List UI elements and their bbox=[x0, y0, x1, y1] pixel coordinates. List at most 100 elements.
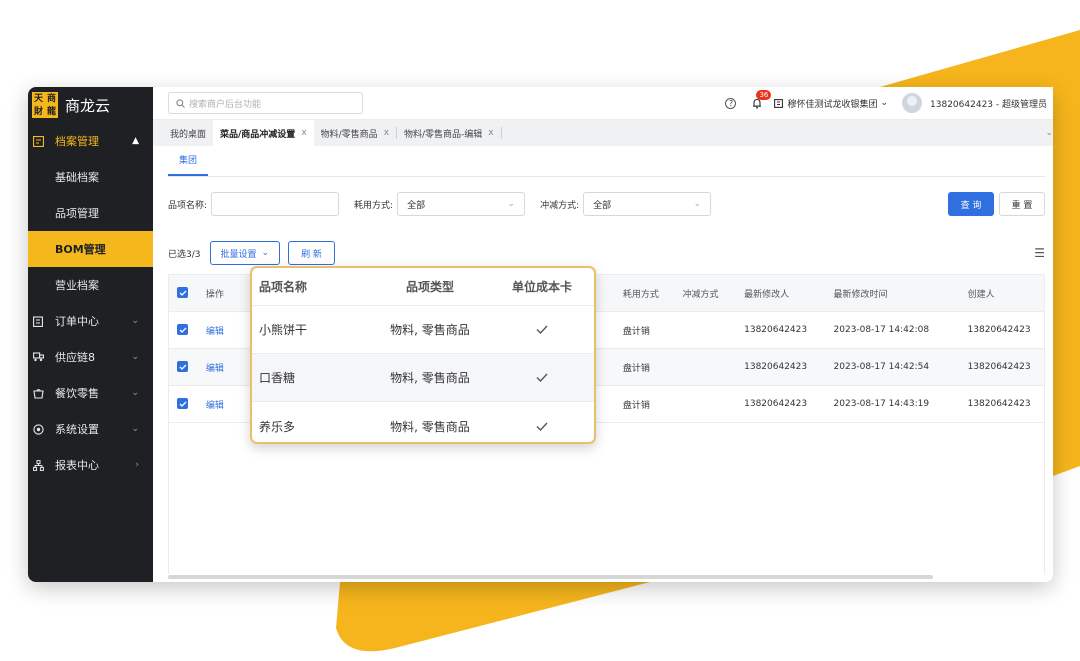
creator-cell: 13820642423 bbox=[967, 399, 1031, 409]
row-checkbox-cell bbox=[169, 398, 198, 410]
sidebar-group-label: 档案管理 bbox=[55, 135, 99, 148]
chevron-down-icon[interactable]: ⌄ bbox=[1045, 128, 1053, 138]
modifier-cell: 13820642423 bbox=[744, 399, 808, 409]
avatar[interactable] bbox=[902, 93, 923, 113]
query-button[interactable]: 查 询 bbox=[948, 192, 994, 216]
edit-link[interactable]: 编辑 bbox=[198, 361, 243, 374]
building-icon bbox=[774, 98, 784, 108]
refresh-button[interactable]: 刷 新 bbox=[288, 241, 335, 265]
action-bar: 已选3/3 批量设置 ⌄ 刷 新 ☰ bbox=[168, 241, 1045, 265]
header-op: 操作 bbox=[205, 289, 224, 300]
edit-link-label: 编辑 bbox=[205, 400, 224, 411]
notification-bell[interactable]: 36 bbox=[752, 89, 772, 109]
tab-offset-settings[interactable]: 菜品/商品冲减设置 x bbox=[213, 120, 314, 146]
popup-header-type: 品项类型 bbox=[405, 280, 454, 294]
topbar: 搜索商户后台功能 ? 36 穆怀佳测试龙收银集团 ⌄ 13820642423 -… bbox=[153, 87, 1053, 120]
popup-header: 品项名称 品项类型 单位成本卡 bbox=[252, 268, 594, 306]
search-icon bbox=[176, 98, 185, 108]
subtab-group[interactable]: 集团 bbox=[168, 153, 209, 176]
close-icon[interactable]: x bbox=[384, 128, 389, 138]
row-checkbox[interactable] bbox=[177, 361, 188, 373]
check-icon bbox=[490, 325, 594, 334]
settings-icon bbox=[32, 423, 44, 435]
search-placeholder: 搜索商户后台功能 bbox=[189, 99, 262, 110]
subtab-bar: 集团 bbox=[168, 146, 1045, 177]
help-icon[interactable]: ? bbox=[725, 97, 737, 109]
creator-cell: 13820642423 bbox=[967, 325, 1031, 335]
offset-select[interactable]: 全部 ⌄ bbox=[583, 192, 712, 216]
popup-item-type: 物料, 零售商品 bbox=[390, 419, 470, 434]
sidebar-item-system-settings[interactable]: 系统设置 ⌄ bbox=[28, 411, 153, 447]
sidebar-item-supply-chain[interactable]: 供应链8 ⌄ bbox=[28, 339, 153, 375]
sidebar-item-item-management[interactable]: 品项管理 bbox=[28, 195, 153, 231]
sidebar-item-food-retail[interactable]: 餐饮零售 ⌄ bbox=[28, 375, 153, 411]
header-checkbox-cell bbox=[169, 287, 198, 299]
tab-materials-edit[interactable]: 物料/零售商品-编辑 x bbox=[397, 120, 501, 146]
sidebar-item-label: 供应链8 bbox=[55, 351, 95, 364]
report-icon bbox=[32, 459, 44, 471]
popup-row: 养乐多 物料, 零售商品 bbox=[252, 402, 594, 442]
row-checkbox[interactable] bbox=[177, 324, 188, 336]
popup-header-name: 品项名称 bbox=[259, 280, 308, 294]
supply-chain-icon bbox=[32, 351, 44, 363]
header-consumption: 耗用方式 bbox=[622, 289, 659, 300]
popup-item-name: 养乐多 bbox=[259, 419, 296, 434]
brand[interactable]: 天商 財龍 商龙云 bbox=[28, 87, 153, 123]
filter-bar: 品项名称: 耗用方式: 全部 ⌄ 冲减方式: 全部 ⌄ 查 询 重 置 bbox=[168, 191, 1045, 217]
header-creator: 创建人 bbox=[967, 289, 995, 300]
sidebar-item-report-center[interactable]: 报表中心 › bbox=[28, 447, 153, 483]
close-icon[interactable]: x bbox=[301, 128, 306, 138]
popup-row: 小熊饼干 物料, 零售商品 bbox=[252, 306, 594, 354]
chevron-up-icon: ▲ bbox=[132, 136, 139, 146]
org-selector[interactable]: 穆怀佳测试龙收银集团 ⌄ bbox=[774, 97, 888, 110]
close-icon[interactable]: x bbox=[488, 128, 493, 138]
select-all-checkbox[interactable] bbox=[177, 287, 188, 299]
row-checkbox[interactable] bbox=[177, 398, 188, 410]
tab-label: 物料/零售商品-编辑 bbox=[404, 129, 483, 140]
chevron-down-icon: ⌄ bbox=[131, 352, 139, 362]
check-icon bbox=[490, 422, 594, 431]
chevron-down-icon: ⌄ bbox=[880, 98, 889, 108]
selected-count: 已选3/3 bbox=[168, 249, 201, 260]
creator-cell: 13820642423 bbox=[967, 362, 1031, 372]
retail-icon bbox=[32, 387, 44, 399]
sidebar-group-archive[interactable]: 档案管理 ▲ bbox=[28, 123, 153, 159]
chevron-right-icon: › bbox=[135, 460, 139, 470]
edit-link[interactable]: 编辑 bbox=[198, 324, 243, 337]
sidebar-item-basic-archive[interactable]: 基础档案 bbox=[28, 159, 153, 195]
popup-item-name: 口香糖 bbox=[259, 371, 296, 385]
sidebar-item-order-center[interactable]: 订单中心 ⌄ bbox=[28, 303, 153, 339]
header-offset: 冲减方式 bbox=[682, 289, 719, 300]
tab-divider bbox=[500, 127, 502, 139]
item-name-input[interactable] bbox=[211, 192, 340, 216]
batch-settings-button[interactable]: 批量设置 ⌄ bbox=[209, 241, 281, 265]
modifier-cell: 13820642423 bbox=[744, 362, 808, 372]
stage: 天商 財龍 商龙云 档案管理 ▲ 基础档案 品项管理 BOM管理 营业档案 订单… bbox=[0, 0, 1080, 661]
reset-button[interactable]: 重 置 bbox=[999, 192, 1045, 216]
popup-item-type: 物料, 零售商品 bbox=[390, 371, 470, 385]
popup-header-cost-card: 单位成本卡 bbox=[511, 280, 572, 294]
horizontal-scrollbar[interactable] bbox=[168, 575, 933, 579]
item-name-label: 品项名称: bbox=[168, 200, 208, 211]
check-icon bbox=[490, 373, 594, 382]
consumption-label: 耗用方式: bbox=[354, 200, 394, 211]
offset-label: 冲减方式: bbox=[540, 200, 580, 211]
chevron-down-icon: ⌄ bbox=[507, 199, 516, 209]
user-label[interactable]: 13820642423 - 超级管理员 bbox=[930, 97, 1047, 110]
tab-my-desktop[interactable]: 我的桌面 bbox=[163, 120, 213, 146]
tab-materials[interactable]: 物料/零售商品 x bbox=[314, 120, 396, 146]
column-settings-icon[interactable]: ☰ bbox=[1034, 246, 1045, 260]
consumption-cell: 盘计销 bbox=[622, 326, 650, 337]
edit-link-label: 编辑 bbox=[205, 363, 224, 374]
sidebar-item-business-archive[interactable]: 营业档案 bbox=[28, 267, 153, 303]
sidebar-item-label: 报表中心 bbox=[55, 459, 99, 472]
sidebar-item-bom-management[interactable]: BOM管理 bbox=[28, 231, 153, 267]
consumption-select[interactable]: 全部 ⌄ bbox=[397, 192, 526, 216]
edit-link[interactable]: 编辑 bbox=[198, 398, 243, 411]
search-input[interactable]: 搜索商户后台功能 bbox=[168, 92, 363, 114]
header-mod-time: 最新修改时间 bbox=[833, 289, 888, 300]
popup-item-name: 小熊饼干 bbox=[259, 323, 308, 337]
tab-bar: 我的桌面 菜品/商品冲减设置 x 物料/零售商品 x 物料/零售商品-编辑 x ⌄ bbox=[153, 120, 1053, 146]
tab-label: 我的桌面 bbox=[170, 129, 207, 140]
tab-label: 物料/零售商品 bbox=[320, 129, 378, 140]
